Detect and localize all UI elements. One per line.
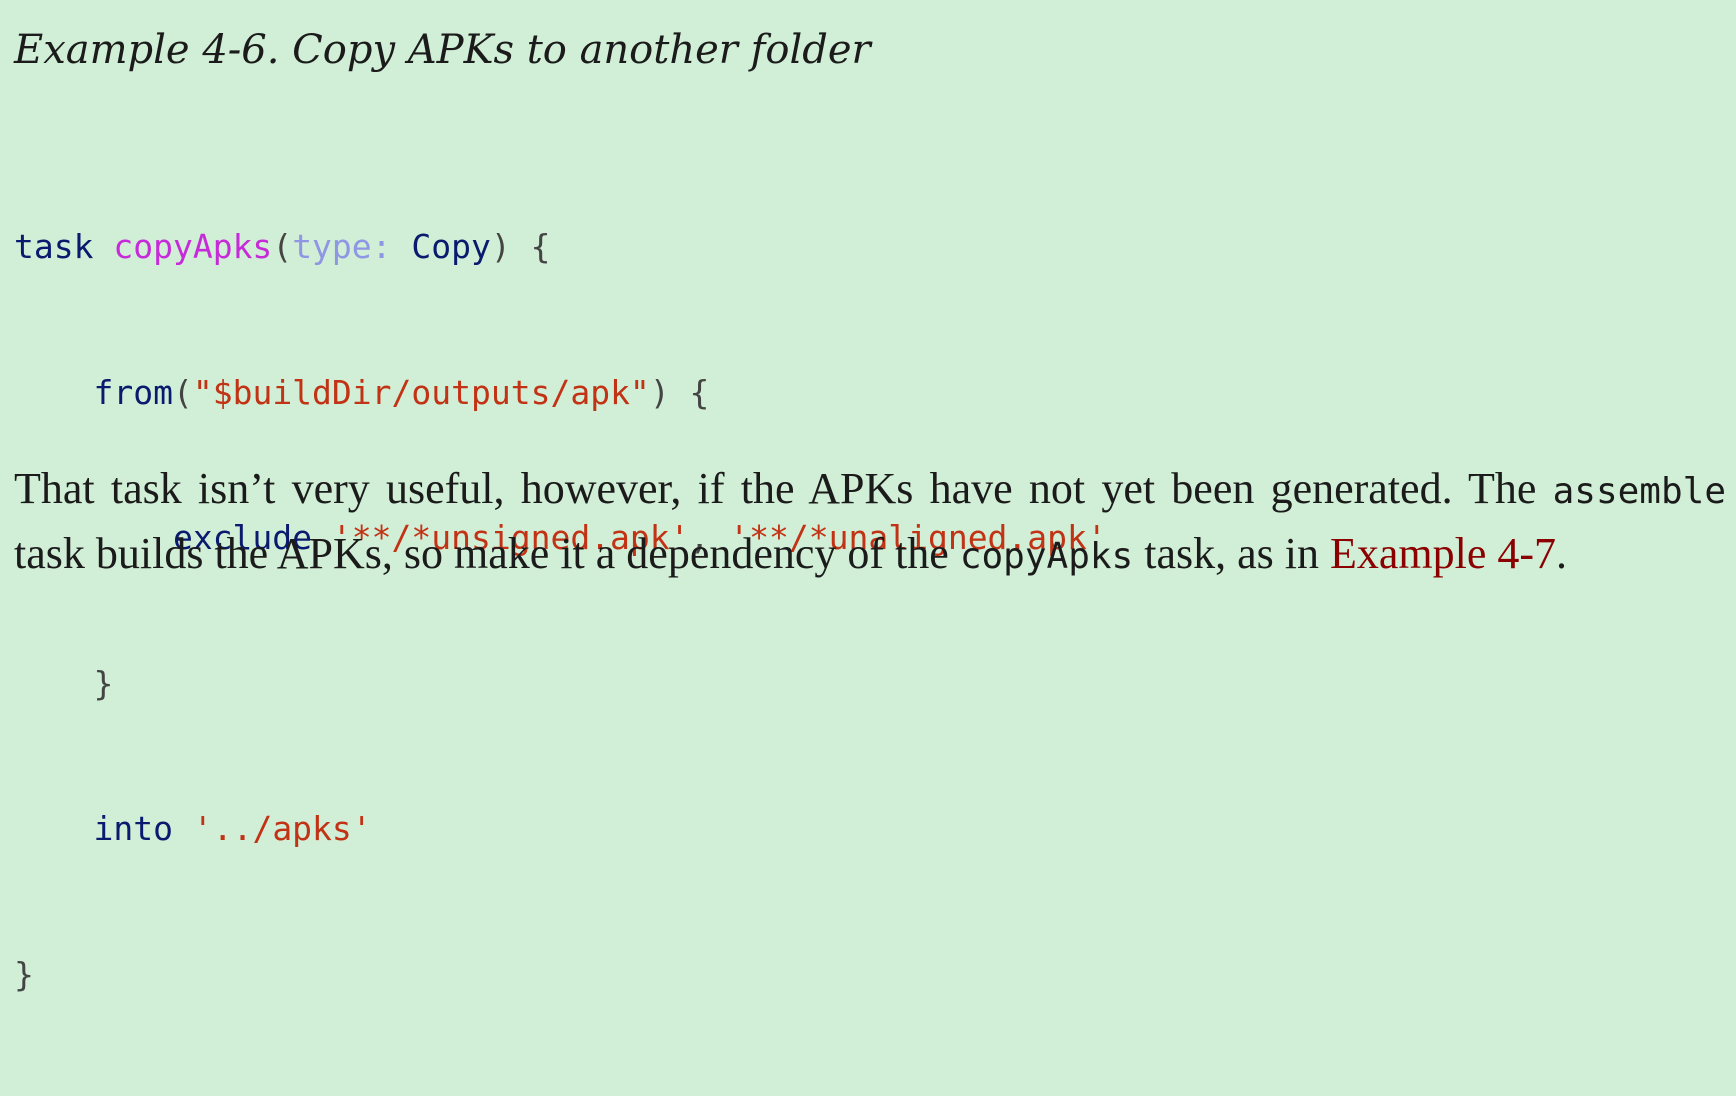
- code-line-1: task copyApks(type: Copy) {: [14, 223, 1107, 272]
- code-type: Copy: [411, 227, 491, 266]
- paragraph-text: task, as in: [1133, 529, 1330, 578]
- code-line-4: }: [14, 660, 1107, 709]
- inline-code-assemble: assemble: [1552, 471, 1726, 512]
- body-paragraph: That task isn’t very useful, however, if…: [14, 458, 1726, 588]
- example-4-7-link[interactable]: Example 4-7: [1330, 529, 1556, 578]
- code-line-5: into '../apks': [14, 805, 1107, 854]
- code-punctuation: (: [272, 227, 293, 266]
- code-keyword: from: [93, 372, 173, 412]
- code-line-2: from("$buildDir/outputs/apk") {: [14, 369, 1107, 418]
- paragraph-text: task builds the APKs, so make it a depen…: [14, 529, 960, 578]
- code-keyword: task: [14, 227, 94, 266]
- code-punctuation: ) {: [649, 372, 710, 412]
- code-keyword: into: [93, 809, 173, 848]
- code-function-name: copyApks: [113, 227, 273, 266]
- inline-code-copyapks: copyApks: [959, 536, 1134, 577]
- code-listing: task copyApks(type: Copy) { from("$build…: [14, 126, 1107, 1096]
- code-parameter: type:: [292, 227, 392, 266]
- code-punctuation: ) {: [490, 227, 551, 266]
- paragraph-text: That task isn’t very useful, however, if…: [14, 464, 1553, 513]
- example-caption: Example 4-6. Copy APKs to another folder: [14, 27, 871, 73]
- code-string: "$buildDir/outputs/apk": [192, 372, 650, 412]
- code-punctuation: }: [14, 954, 34, 994]
- code-line-6: }: [14, 951, 1107, 1000]
- code-punctuation: (: [172, 372, 193, 412]
- paragraph-text: .: [1556, 529, 1568, 578]
- code-string: '../apks': [192, 809, 372, 848]
- code-punctuation: }: [93, 663, 114, 703]
